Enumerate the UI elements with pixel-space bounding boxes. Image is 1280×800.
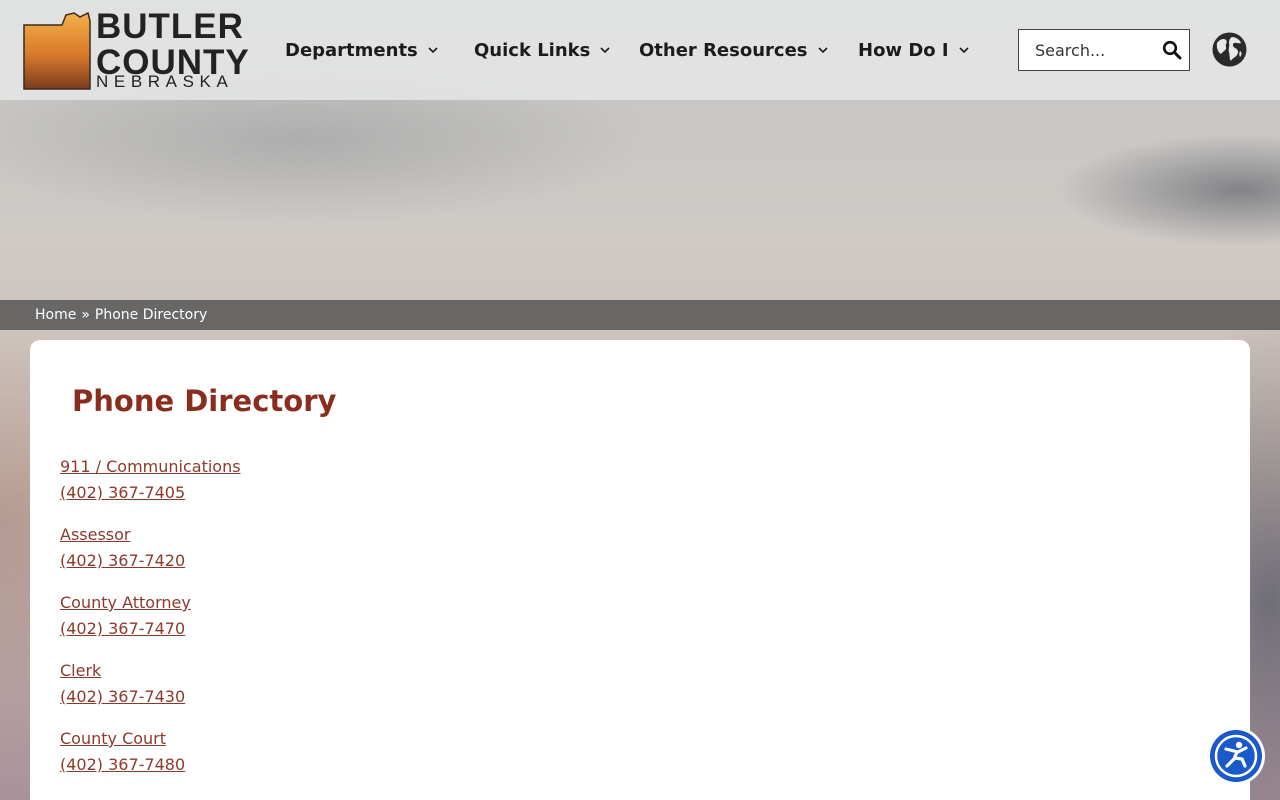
breadcrumb: Home » Phone Directory xyxy=(0,300,1280,330)
department-link[interactable]: Assessor xyxy=(60,522,131,548)
site-header: BUTLER COUNTY NEBRASKA Departments Quick… xyxy=(0,0,1280,100)
list-item: County Attorney (402) 367-7470 xyxy=(60,590,241,642)
breadcrumb-home-link[interactable]: Home xyxy=(35,307,76,323)
list-item: County Court (402) 367-7480 xyxy=(60,726,241,778)
search-icon[interactable] xyxy=(1162,40,1182,60)
list-item: Clerk (402) 367-7430 xyxy=(60,658,241,710)
phone-link[interactable]: (402) 367-7420 xyxy=(60,548,185,574)
nav-label: Departments xyxy=(285,39,418,61)
search-input[interactable] xyxy=(1035,40,1165,60)
nav-quick-links[interactable]: Quick Links xyxy=(474,38,610,62)
accessibility-button[interactable] xyxy=(1207,727,1265,785)
nav-label: Quick Links xyxy=(474,39,591,61)
phone-link[interactable]: (402) 367-7405 xyxy=(60,480,185,506)
phone-link[interactable]: (402) 367-7470 xyxy=(60,616,185,642)
department-link[interactable]: Clerk xyxy=(60,658,101,684)
page-title: Phone Directory xyxy=(72,384,337,418)
chevron-down-icon xyxy=(817,47,828,54)
site-logo[interactable]: BUTLER COUNTY NEBRASKA xyxy=(22,7,249,91)
chevron-down-icon xyxy=(428,47,438,54)
phone-directory-list: 911 / Communications (402) 367-7405 Asse… xyxy=(60,454,241,794)
list-item: Assessor (402) 367-7420 xyxy=(60,522,241,574)
chevron-down-icon xyxy=(959,47,969,54)
logo-text-butler: BUTLER xyxy=(96,7,244,46)
nav-how-do-i[interactable]: How Do I xyxy=(858,38,969,62)
nav-label: Other Resources xyxy=(639,39,808,61)
department-link[interactable]: 911 / Communications xyxy=(60,454,241,480)
nav-label: How Do I xyxy=(858,39,949,61)
logo-text-nebraska: NEBRASKA xyxy=(96,72,234,91)
phone-link[interactable]: (402) 367-7480 xyxy=(60,752,185,778)
nav-other-resources[interactable]: Other Resources xyxy=(639,38,828,62)
department-link[interactable]: County Court xyxy=(60,726,166,752)
department-link[interactable]: County Attorney xyxy=(60,590,191,616)
county-shape-logo-icon xyxy=(23,11,91,90)
accessibility-icon xyxy=(1214,734,1258,778)
globe-icon[interactable] xyxy=(1211,31,1248,68)
list-item: 911 / Communications (402) 367-7405 xyxy=(60,454,241,506)
breadcrumb-separator: » xyxy=(81,307,90,323)
search-box xyxy=(1018,29,1190,71)
chevron-down-icon xyxy=(600,47,610,54)
nav-departments[interactable]: Departments xyxy=(285,38,438,62)
phone-link[interactable]: (402) 367-7430 xyxy=(60,684,185,710)
content-card: Phone Directory 911 / Communications (40… xyxy=(30,340,1250,800)
breadcrumb-current: Phone Directory xyxy=(94,307,208,323)
accessibility-button-inner xyxy=(1210,730,1262,782)
